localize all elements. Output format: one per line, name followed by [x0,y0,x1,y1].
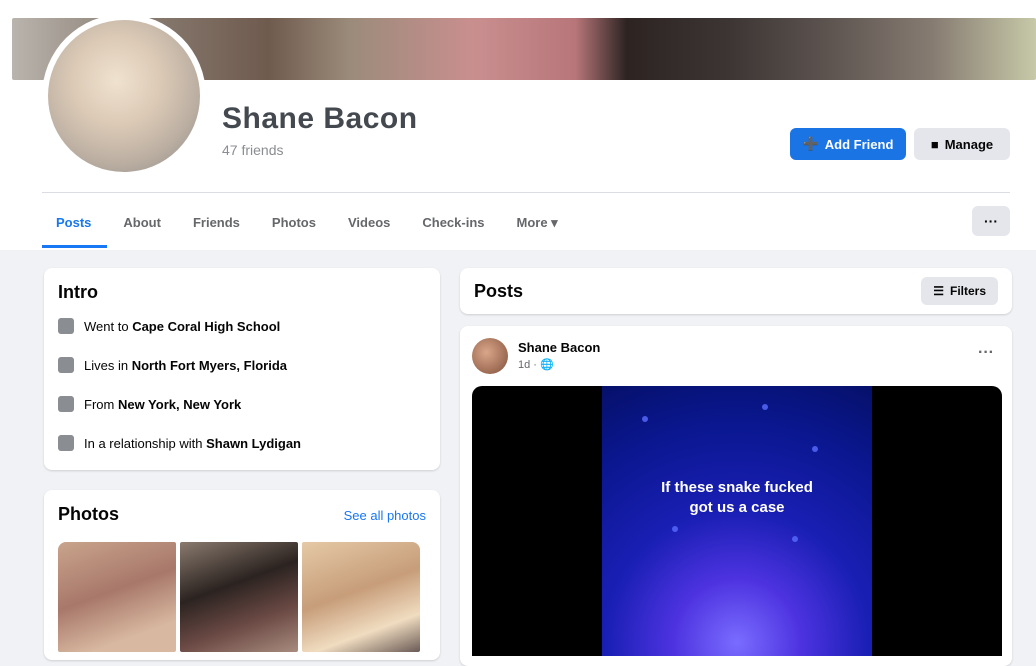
post-video[interactable]: If these snake fucked got us a case [472,386,1002,656]
tab-videos[interactable]: Videos [332,206,406,240]
home-icon [58,357,74,373]
more-options-button[interactable]: ··· [972,206,1010,236]
profile-avatar[interactable] [48,20,200,172]
header-divider [42,192,1010,193]
add-friend-button[interactable]: ➕ Add Friend [790,128,906,160]
intro-prefix: Went to [84,318,133,334]
sparkle [812,446,818,452]
intro-link[interactable]: Shawn Lydigan [206,436,301,451]
manage-label: Manage [944,136,994,152]
add-friend-label: Add Friend [824,136,894,152]
intro-prefix: In a relationship with [84,435,207,451]
photo-thumbnail[interactable] [302,542,420,652]
intro-link[interactable]: New York, New York [118,397,241,412]
tab-friends[interactable]: Friends [177,206,256,240]
photos-title: Photos [58,504,119,524]
tab-about[interactable]: About [107,206,177,240]
photo-thumbnail[interactable] [58,542,176,652]
heart-icon [58,435,74,451]
filters-icon: ☰ [933,284,944,298]
post-options-button[interactable]: ··· [978,344,994,362]
intro-link[interactable]: Cape Coral High School [132,319,280,334]
profile-tabs: Posts About Friends Photos Videos Check-… [42,206,574,248]
profile-header: Shane Bacon 47 friends ➕ Add Friend ■ Ma… [0,0,1036,250]
video-frame: If these snake fucked got us a case [602,386,872,656]
photo-grid [58,542,420,652]
sparkle [762,404,768,410]
video-caption: If these snake fucked got us a case [661,479,813,516]
photo-thumbnail[interactable] [180,542,298,652]
intro-prefix: Lives in [84,357,132,373]
posts-header-card: Posts ☰ Filters [460,268,1012,314]
manage-button[interactable]: ■ Manage [914,128,1010,160]
tab-posts[interactable]: Posts [42,206,108,248]
post-card: Shane Bacon 1d · 🌐 ··· If these snake fu… [460,326,1012,666]
tab-check-ins[interactable]: Check-ins [406,206,500,240]
post-author-name[interactable]: Shane Bacon [518,340,600,355]
tab-more[interactable]: More ▾ [501,206,574,240]
post-author-avatar[interactable] [472,338,508,374]
intro-row-relationship: In a relationship with Shawn Lydigan [58,435,301,451]
post-timestamp[interactable]: 1d · 🌐 [518,358,554,371]
friend-count[interactable]: 47 friends [222,142,283,158]
location-icon [58,396,74,412]
intro-title: Intro [58,282,98,302]
filters-label: Filters [949,284,986,298]
intro-card: Intro Went to Cape Coral High School Liv… [44,268,440,470]
see-all-photos-link[interactable]: See all photos [344,508,426,523]
intro-row-school: Went to Cape Coral High School [58,318,280,334]
photos-card: Photos See all photos [44,490,440,660]
intro-link[interactable]: North Fort Myers, Florida [132,358,287,373]
intro-row-lives: Lives in North Fort Myers, Florida [58,357,287,373]
sparkle [642,416,648,422]
sparkle [792,536,798,542]
intro-prefix: From [84,396,118,412]
school-icon [58,318,74,334]
tab-photos[interactable]: Photos [256,206,332,240]
posts-title: Posts [474,281,524,301]
add-friend-icon: ➕ [802,136,819,151]
sparkle [672,526,678,532]
profile-name: Shane Bacon [222,102,418,135]
filters-button[interactable]: ☰ Filters [921,277,998,305]
intro-row-from: From New York, New York [58,396,241,412]
manage-icon: ■ [930,136,939,152]
